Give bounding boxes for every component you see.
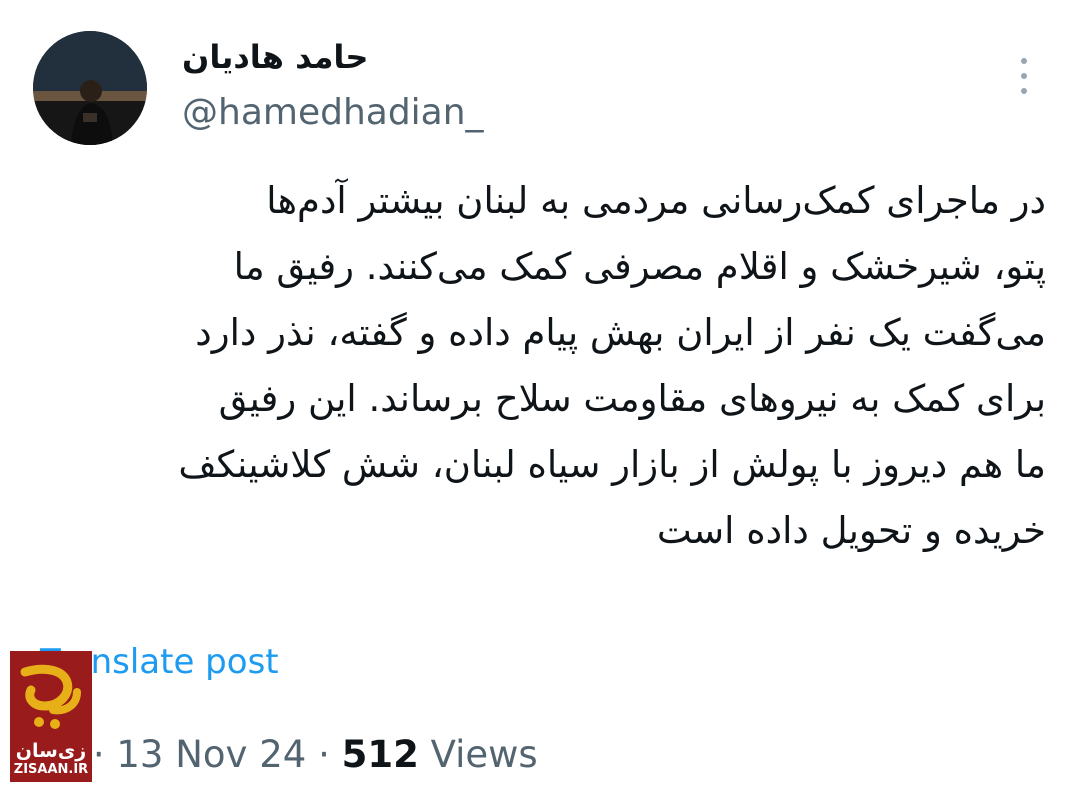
tweet-screenshot: حامد هادیان @hamedhadian_ در ماجرای کمک‌… [0,0,1080,793]
more-options-icon[interactable] [1008,58,1040,94]
tweet-line: ما هم دیروز با پولش از بازار سیاه لبنان،… [178,443,1046,486]
avatar[interactable] [33,31,147,145]
more-dot [1021,58,1027,64]
views-label: Views [430,733,538,776]
tweet-text: در ماجرای کمک‌رسانی مردمی به لبنان بیشتر… [36,168,1046,564]
profile-photo-icon [33,31,147,145]
display-name[interactable]: حامد هادیان [182,38,368,76]
tweet-line: برای کمک به نیروهای مقاومت سلاح برساند. … [218,377,1046,420]
post-date[interactable]: 13 Nov 24 [116,733,306,776]
more-dot [1021,88,1027,94]
zisaan-logo-icon [20,664,81,729]
tweet-line: در ماجرای کمک‌رسانی مردمی به لبنان بیشتر… [266,179,1046,222]
tweet-line: خریده و تحویل داده است [656,509,1046,552]
watermark-en-text: ZISAAN.IR [13,762,89,777]
tweet-line: پتو، شیرخشک و اقلام مصرفی کمک می‌کنند. ر… [233,245,1046,288]
tweet-meta: 36 · 13 Nov 24 · 512 Views [34,733,538,776]
user-handle[interactable]: @hamedhadian_ [182,92,484,133]
tweet-line: می‌گفت یک نفر از ایران بهش پیام داده و گ… [195,311,1046,354]
zisaan-watermark: زی‌سان ZISAAN.IR [10,651,92,782]
views-count[interactable]: 512 [342,733,419,776]
more-dot [1021,73,1027,79]
watermark-fa-text: زی‌سان [15,740,87,762]
meta-separator: · [92,733,105,776]
meta-separator: · [318,733,330,776]
